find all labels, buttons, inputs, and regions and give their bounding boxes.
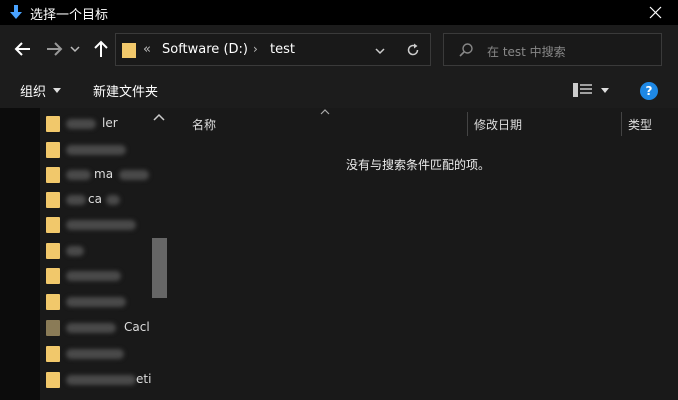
folder-icon: [46, 346, 60, 362]
redacted-label: [66, 246, 84, 256]
navigation-bar: « Software (D:) › test 在 test 中搜索: [0, 25, 678, 73]
sort-ascending-icon: [320, 109, 330, 115]
chevron-down-icon[interactable]: [68, 38, 82, 60]
column-divider[interactable]: [467, 112, 468, 136]
address-bar[interactable]: « Software (D:) › test: [115, 33, 431, 66]
close-button[interactable]: [634, 0, 678, 25]
view-dropdown-icon[interactable]: [600, 87, 610, 94]
nav-tree-item[interactable]: ler: [44, 114, 149, 134]
scroll-up-icon[interactable]: [152, 112, 166, 122]
nav-tree-item[interactable]: [44, 215, 149, 235]
redacted-label: [66, 349, 124, 359]
nav-tree-item[interactable]: [44, 241, 149, 261]
title-bar: 选择一个目标: [0, 0, 678, 25]
folder-icon: [46, 167, 60, 183]
folder-icon: [46, 372, 60, 388]
view-options-icon[interactable]: [573, 83, 593, 97]
redacted-label: [66, 220, 136, 230]
tree-item-label: Cacl: [124, 320, 150, 334]
arrow-left-icon[interactable]: [12, 38, 34, 60]
tree-item-label: ca: [88, 192, 102, 206]
column-divider[interactable]: [621, 112, 622, 136]
organize-button[interactable]: 组织: [20, 81, 46, 100]
file-list-pane: 名称 修改日期 类型 没有与搜索条件匹配的项。: [171, 108, 678, 400]
search-box[interactable]: 在 test 中搜索: [443, 33, 662, 66]
arrow-right-icon[interactable]: [43, 38, 65, 60]
tree-item-label: ma: [94, 167, 114, 181]
help-icon[interactable]: ?: [640, 82, 658, 100]
command-toolbar: 组织 新建文件夹 ?: [0, 73, 678, 108]
tree-item-label: eti: [136, 372, 152, 386]
redacted-label: [66, 119, 96, 129]
close-icon: [649, 6, 662, 19]
address-dropdown-icon[interactable]: [373, 44, 387, 58]
folder-icon: [46, 192, 60, 208]
search-placeholder: 在 test 中搜索: [487, 45, 566, 59]
redacted-label: [66, 195, 86, 205]
breadcrumb-software-d[interactable]: Software (D:): [162, 42, 248, 57]
redacted-label: [66, 145, 126, 155]
nav-tree-item[interactable]: eti: [44, 370, 152, 390]
redacted-label: [119, 170, 149, 180]
navigation-pane: ler ma ca Cacl eti: [0, 108, 171, 400]
folder-icon: [46, 243, 60, 259]
breadcrumb-test[interactable]: test: [270, 42, 295, 57]
nav-pane-indent: [0, 108, 40, 400]
folder-icon: [46, 320, 60, 336]
redacted-label: [66, 375, 136, 385]
nav-tree-item[interactable]: [44, 292, 149, 312]
nav-tree-item[interactable]: ca: [44, 190, 149, 210]
nav-tree-item[interactable]: ma: [44, 165, 149, 185]
download-arrow-icon: [10, 5, 22, 19]
column-header-name[interactable]: 名称: [192, 116, 216, 133]
organize-dropdown-icon[interactable]: [52, 87, 62, 94]
refresh-icon[interactable]: [405, 42, 421, 58]
folder-icon: [122, 43, 136, 58]
folder-icon: [46, 116, 60, 132]
nav-tree-item[interactable]: Cacl: [44, 318, 150, 338]
folder-icon: [46, 294, 60, 310]
tree-item-label: ler: [102, 116, 118, 130]
redacted-label: [66, 297, 126, 307]
search-icon: [459, 43, 473, 57]
redacted-label: [106, 195, 120, 205]
nav-scrollbar-thumb[interactable]: [152, 238, 167, 298]
address-overflow[interactable]: «: [143, 42, 151, 57]
redacted-label: [66, 323, 116, 333]
new-folder-button[interactable]: 新建文件夹: [93, 81, 158, 100]
redacted-label: [66, 271, 121, 281]
folder-icon: [46, 217, 60, 233]
window-title: 选择一个目标: [30, 8, 109, 23]
folder-icon: [46, 268, 60, 284]
column-header-modified[interactable]: 修改日期: [474, 116, 522, 133]
nav-tree-item[interactable]: [44, 140, 149, 160]
folder-icon: [46, 142, 60, 158]
breadcrumb-separator[interactable]: ›: [253, 42, 258, 56]
redacted-label: [66, 170, 91, 180]
arrow-up-icon[interactable]: [90, 38, 112, 60]
nav-tree-item[interactable]: [44, 344, 149, 364]
empty-folder-message: 没有与搜索条件匹配的项。: [346, 158, 491, 172]
nav-tree-item[interactable]: [44, 266, 149, 286]
column-header-type[interactable]: 类型: [628, 116, 652, 133]
